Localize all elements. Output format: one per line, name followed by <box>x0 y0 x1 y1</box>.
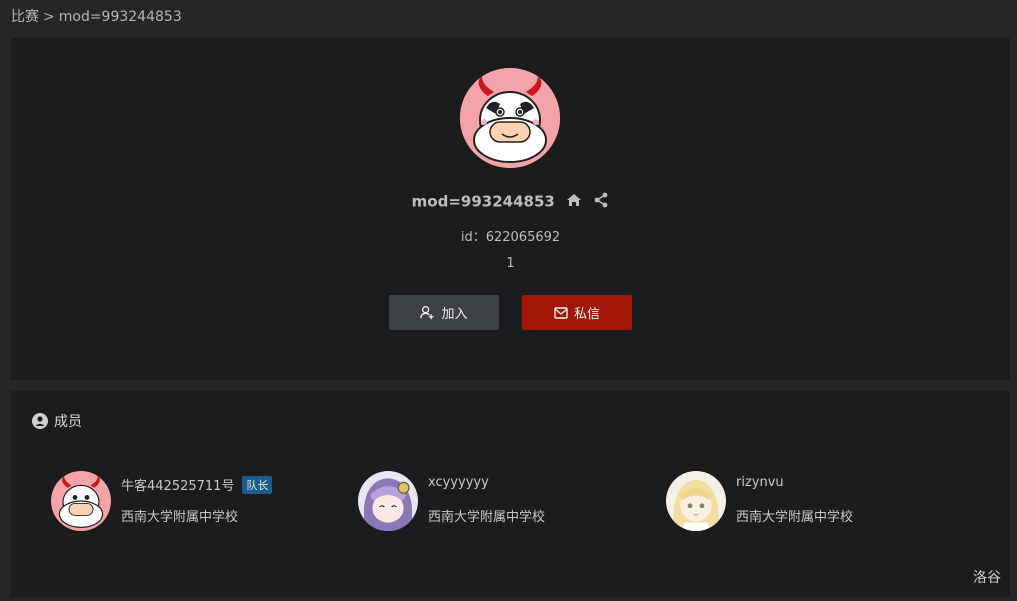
team-header-panel: mod=993244853 id：622065692 1 加入 私信 <box>11 38 1010 380</box>
captain-badge: 队长 <box>242 475 273 494</box>
envelope-icon <box>554 306 568 319</box>
user-circle-icon <box>32 413 48 429</box>
message-button-label: 私信 <box>573 307 600 322</box>
member-name[interactable]: xcyyyyyy <box>428 475 489 490</box>
member-name-row: rizynvu <box>736 475 784 490</box>
add-user-icon <box>420 306 435 320</box>
join-button[interactable]: 加入 <box>389 295 499 330</box>
team-member-count: 1 <box>506 256 515 271</box>
member-school: 西南大学附属中学校 <box>736 510 854 525</box>
breadcrumb: 比赛 > mod=993244853 <box>11 8 182 26</box>
member-avatar[interactable] <box>51 471 111 531</box>
members-section-title: 成员 <box>32 411 82 431</box>
cow-icon <box>460 68 560 168</box>
team-name-text: mod=993244853 <box>411 192 555 211</box>
member-name[interactable]: rizynvu <box>736 475 784 490</box>
breadcrumb-parent-link[interactable]: 比赛 <box>11 9 39 25</box>
member-card[interactable]: rizynvu 西南大学附属中学校 <box>666 471 966 533</box>
anime-avatar-icon <box>666 471 726 531</box>
member-name[interactable]: 牛客442525711号 <box>121 475 234 494</box>
member-card[interactable]: 牛客442525711号 队长 西南大学附属中学校 <box>51 471 351 533</box>
cow-icon <box>51 471 111 531</box>
member-name-row: 牛客442525711号 队长 <box>121 475 273 494</box>
member-school: 西南大学附属中学校 <box>428 510 546 525</box>
anime-avatar-icon <box>358 471 418 531</box>
team-avatar <box>460 68 560 168</box>
member-avatar[interactable] <box>666 471 726 531</box>
share-icon[interactable] <box>593 192 609 212</box>
team-title: mod=993244853 <box>11 192 1010 212</box>
members-title-text: 成员 <box>54 414 82 430</box>
luogu-logo[interactable]: 洛谷 <box>973 567 1001 587</box>
message-button[interactable]: 私信 <box>522 295 632 330</box>
breadcrumb-current: mod=993244853 <box>58 9 182 25</box>
member-school: 西南大学附属中学校 <box>121 510 239 525</box>
home-icon[interactable] <box>566 193 582 211</box>
member-name-row: xcyyyyyy <box>428 475 489 490</box>
team-id: id：622065692 <box>460 230 561 245</box>
member-card[interactable]: xcyyyyyy 西南大学附属中学校 <box>358 471 658 533</box>
breadcrumb-separator: > <box>43 9 55 25</box>
join-button-label: 加入 <box>441 307 468 322</box>
member-avatar[interactable] <box>358 471 418 531</box>
members-panel: 成员 牛客442525711号 队长 西南大学附属中学校 xcyyyyyy 西南… <box>11 391 1010 597</box>
